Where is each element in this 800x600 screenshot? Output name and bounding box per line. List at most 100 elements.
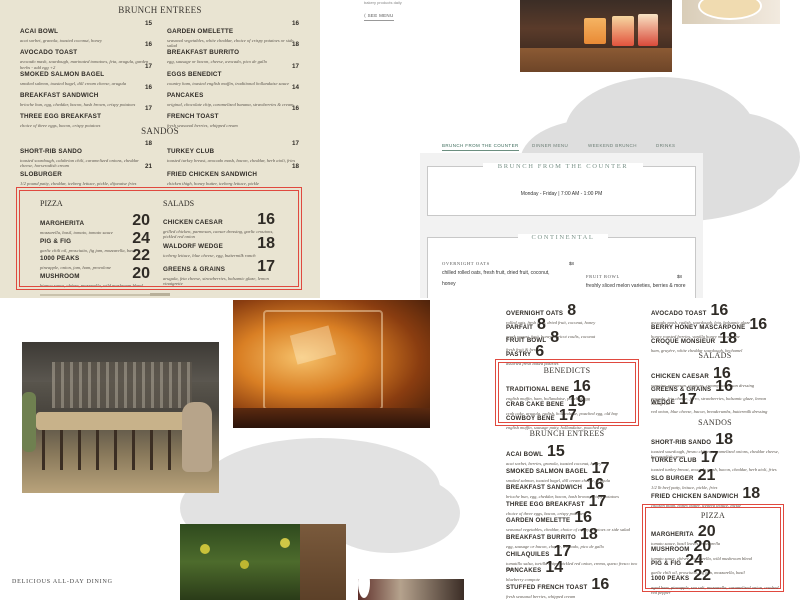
menu-item-price: 17 (558, 407, 577, 424)
menu-item-name: SLO BURGER (651, 475, 694, 482)
menu-item-price: 22 (693, 566, 712, 584)
menu-item: TURKEY CLUB 17 toasted turkey breast, avoc… (167, 140, 299, 163)
printed-menu-panel: BRUNCH ENTREES ACAI BOWL 15 acai sorbet, g… (0, 0, 320, 298)
menu-item-desc: aged ham, pineapple, sea salt, mozzarell… (651, 584, 779, 595)
menu-item-name: THREE EGG BREAKFAST (506, 500, 585, 508)
menu-item-name: SLOBURGER (20, 171, 63, 178)
menu-item-name: EGGS BENEDICT (167, 70, 222, 78)
menu-item-price: 18 (715, 431, 734, 448)
menu-item-name: SHORT-RIB SANDO (20, 148, 83, 155)
menu-item-price: 16 (574, 509, 593, 527)
menu-item: STUFFED FRENCH TOAST 16 fresh seasonal ber… (506, 576, 638, 599)
restaurant-bar-photo (22, 342, 219, 493)
menu-item-name: GARDEN OMELETTE (167, 28, 234, 35)
tab-drinks[interactable]: DRINKS (656, 143, 675, 148)
menu-item-name: PANCAKES (167, 91, 204, 99)
see-menu-label: SEE MENU (367, 13, 394, 18)
menu-item-name: BREAKFAST BURRITO (506, 534, 576, 541)
menu-item-name: CHILAQUILES (506, 550, 550, 558)
menu-item-price: 16 (291, 20, 299, 27)
tagline: DELICIOUS ALL-DAY DINING (12, 579, 113, 585)
menu-item-price: 17 (291, 140, 299, 147)
menu-item: COWBOY BENE 17 english muffin, sausage pat… (506, 407, 634, 430)
see-menu-link[interactable]: ⟨ SEE MENU (364, 13, 394, 21)
menu-item: SLOBURGER 21 1/2 pound patty, cheddar, ice… (20, 163, 152, 186)
menu-item-name: FRIED CHICKEN SANDWICH (651, 493, 739, 500)
menu-item-price: 15 (144, 20, 152, 27)
menu-item: PANCAKES 14 original, chocolate chip, cara… (167, 84, 299, 107)
menu-item-desc: red onion, blue cheese, bacon, breadcrum… (651, 409, 768, 414)
tab-brunch-counter[interactable]: BRUNCH FROM THE COUNTER (442, 143, 519, 151)
menu-item-desc: chicken thigh, honey butter, iceberg let… (167, 181, 260, 186)
menu-item-name: GARDEN OMELETTE (506, 517, 571, 525)
menu-item-name: STUFFED FRENCH TOAST (506, 583, 588, 591)
counter-box: BRUNCH FROM THE COUNTER Monday - Friday … (427, 163, 696, 216)
fruit-bowl-item: FRUIT BOWL $8 freshly sliced melon varie… (586, 274, 686, 289)
menu-item-name: FRENCH TOAST (167, 113, 219, 121)
white-menu-panel: OVERNIGHT OATS 8 rolled oats, fresh fruit,… (480, 298, 800, 600)
plate-photo (358, 568, 370, 598)
menu-item: SMOKED SALMON BAGEL 17 smoked salmon, toas… (20, 63, 152, 86)
menu-item: EGGS BENEDICT 17 country ham, toasted engl… (167, 63, 299, 86)
tab-weekend-brunch[interactable]: WEEKEND BRUNCH (588, 143, 637, 148)
menu-item-price: 18 (291, 163, 299, 170)
menu-item: WEDGE 17 red onion, blue cheese, bacon, br… (651, 391, 783, 414)
cut-off-text (40, 294, 150, 296)
fruit-bowl-price: $8 (676, 274, 682, 279)
photo-panel: DELICIOUS ALL-DAY DINING (0, 298, 480, 600)
menu-item-price: 16 (291, 105, 299, 113)
whiskey-photo (233, 300, 430, 428)
menu-item-price: 6 (535, 342, 545, 360)
oats-price: $8 (568, 261, 574, 266)
benedicts-title: BENEDICTS (543, 366, 591, 375)
oats-desc: chilled rolled oats, fresh fruit, dried … (442, 270, 550, 287)
menu-item-price: 16 (591, 575, 610, 593)
menu-item-price: 18 (291, 41, 299, 49)
fruit-bowl-name: FRUIT BOWL (586, 274, 620, 279)
cut-off-heading (150, 293, 170, 296)
menu-item-price: 16 (144, 83, 152, 91)
menu-item: THREE EGG BREAKFAST 17 choice of three egg… (20, 105, 152, 128)
oats-item: OVERNIGHT OATS $8 chilled rolled oats, f… (442, 261, 574, 290)
menu-item-name: SMOKED SALMON BAGEL (506, 467, 588, 475)
menu-item: CROQUE MONSIEUR 18 ham, gruyère, white che… (651, 330, 783, 353)
menu-item-name: AVOCADO TOAST (20, 49, 78, 57)
menu-item-price: 14 (291, 83, 299, 91)
menu-item-price: 17 (144, 62, 152, 70)
menu-item-name: SHORT-RIB SANDO (651, 439, 712, 446)
menu-item-name: TURKEY CLUB (167, 148, 215, 155)
p4-brunch-title: BRUNCH ENTREES (529, 429, 605, 438)
menu-item-price: 15 (547, 443, 565, 460)
menu-item-price: 17 (679, 391, 697, 408)
menu-item-name: THREE EGG BREAKFAST (20, 113, 102, 121)
oats-name: OVERNIGHT OATS (442, 261, 490, 266)
menu-item-desc: fresh seasonal berries, whipped cream (506, 593, 576, 599)
menu-item-price: 16 (144, 41, 152, 49)
tab-dinner-menu[interactable]: DINNER MENU (532, 143, 568, 148)
continental-box: CONTINENTAL OVERNIGHT OATS $8 chilled ro… (427, 234, 696, 298)
menu-item-price: 17 (700, 449, 719, 466)
pizza-title: PIZZA (40, 199, 63, 208)
p4-pizza-title: PIZZA (700, 511, 726, 520)
menu-item-name: BREAKFAST SANDWICH (20, 91, 99, 99)
menu-item: BREAKFAST SANDWICH 16 brioche bun, egg, ch… (20, 84, 152, 107)
menu-item-price: 17 (553, 542, 572, 560)
sandos-title: SANDOS (141, 126, 179, 136)
menu-item-name: ACAI BOWL (20, 28, 59, 35)
lemon-tree-photo (180, 524, 346, 600)
brunch-entrees-title: BRUNCH ENTREES (118, 5, 202, 15)
menu-item-price: 18 (719, 330, 738, 347)
salads-title: SALADS (163, 199, 195, 208)
menu-item-price: 17 (591, 459, 610, 477)
menu-item-name: FRIED CHICKEN SANDWICH (167, 171, 258, 178)
menu-item-price: 18 (579, 526, 598, 543)
menu-item-name: 1000 PEAKS (651, 574, 690, 582)
menu-item-price: 17 (291, 62, 299, 70)
dish-photo (358, 579, 464, 600)
menu-item-name: SMOKED SALMON BAGEL (20, 70, 105, 78)
fruit-bowl-desc: freshly sliced melon varieties, berries … (586, 283, 686, 289)
menu-item: FRIED CHICKEN SANDWICH 18 chicken thigh, h… (167, 163, 299, 186)
hours-text: Monday - Friday | 7:00 AM - 1:00 PM (520, 191, 603, 197)
menu-item-price: 17 (588, 492, 607, 510)
p4-sandos-title: SANDOS (698, 418, 732, 427)
